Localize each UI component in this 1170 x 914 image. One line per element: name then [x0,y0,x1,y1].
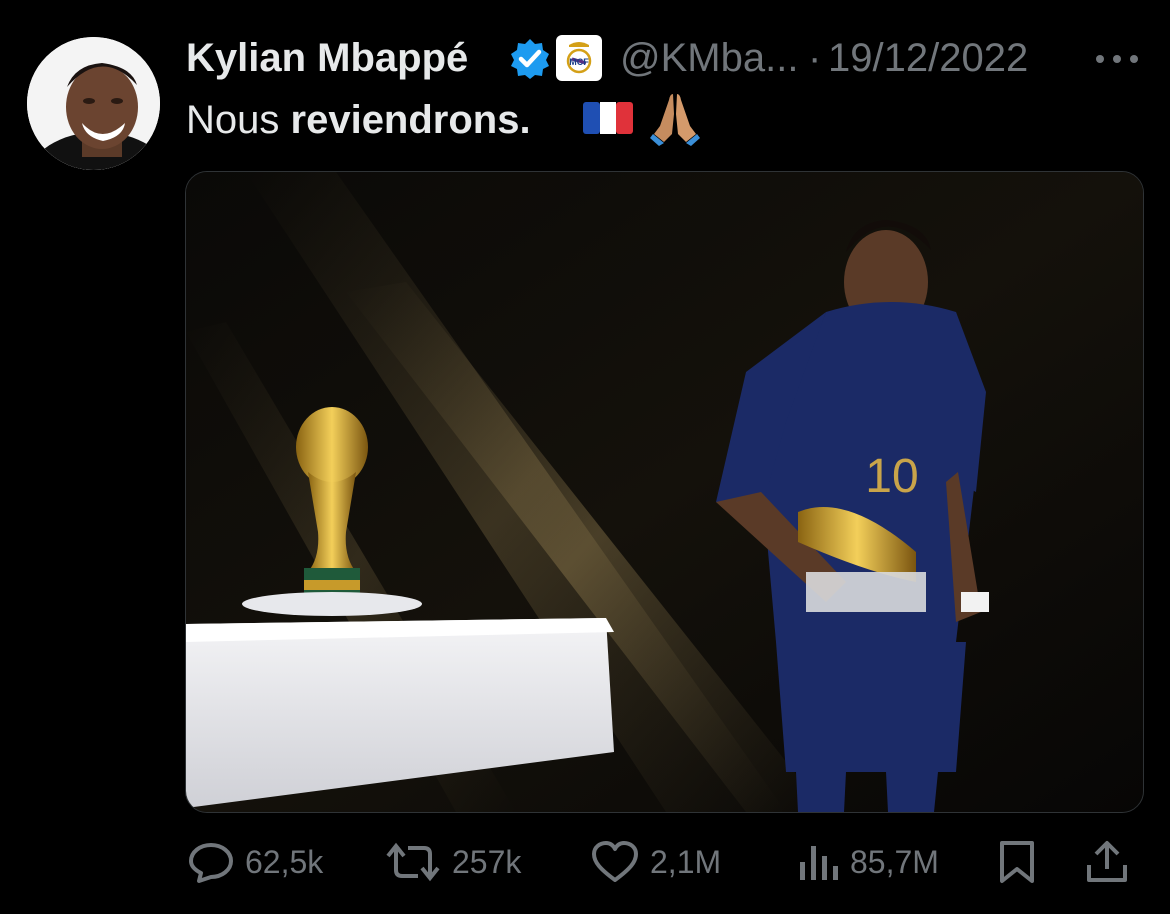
retweet-icon [384,840,442,884]
svg-text:10: 10 [865,450,918,503]
tweet-text: Nous reviendrons. [186,98,531,143]
reply-icon [187,840,235,884]
views-button[interactable]: 85,7M [796,840,939,884]
heart-icon [590,840,640,884]
tweet-text-plain: Nous [186,98,280,142]
france-flag-emoji [583,102,633,139]
tweet-text-bold: reviendrons. [290,98,531,142]
author-handle[interactable]: @KMba... [620,36,798,81]
tweet-photo[interactable]: 10 [185,171,1144,813]
verified-badge-icon [508,37,552,86]
bookmark-button[interactable] [997,840,1037,884]
bookmark-icon [997,839,1037,885]
separator-dot: · [808,36,822,80]
analytics-icon [796,840,840,884]
svg-text:MCF: MCF [569,57,589,67]
reply-count: 62,5k [245,843,324,880]
more-options-icon[interactable] [1094,52,1140,70]
retweet-button[interactable]: 257k [384,840,521,884]
author-name[interactable]: Kylian Mbappé [186,36,468,81]
author-avatar[interactable] [27,37,160,170]
folded-hands-emoji [650,90,700,151]
views-count: 85,7M [850,843,939,880]
share-button[interactable] [1084,840,1130,884]
real-madrid-crest-icon[interactable]: MCF [556,35,602,81]
share-icon [1084,839,1130,885]
retweet-count: 257k [452,843,522,880]
tweet-date[interactable]: 19/12/2022 [828,36,1028,81]
reply-button[interactable]: 62,5k [187,840,323,884]
like-button[interactable]: 2,1M [590,840,721,884]
like-count: 2,1M [650,843,722,880]
